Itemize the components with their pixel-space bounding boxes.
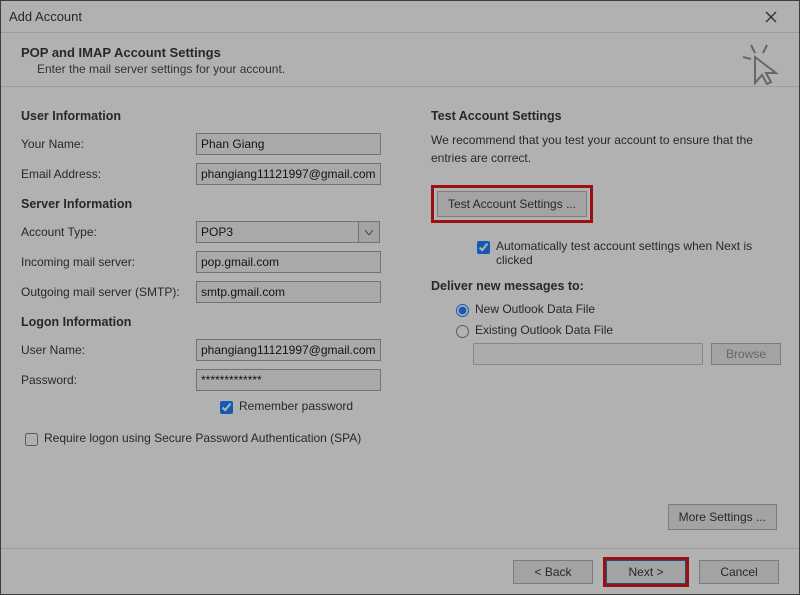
account-type-label: Account Type:	[21, 225, 196, 239]
existing-data-file-label: Existing Outlook Data File	[475, 323, 613, 337]
browse-button[interactable]: Browse	[711, 343, 781, 365]
user-info-heading: User Information	[21, 109, 421, 123]
new-data-file-radio[interactable]	[456, 304, 469, 317]
next-button[interactable]: Next >	[606, 560, 686, 584]
remember-password-label: Remember password	[239, 399, 353, 413]
cancel-button[interactable]: Cancel	[699, 560, 779, 584]
close-icon	[765, 11, 777, 23]
your-name-label: Your Name:	[21, 137, 196, 151]
cursor-click-icon	[741, 43, 781, 85]
add-account-dialog: Add Account POP and IMAP Account Setting…	[1, 1, 799, 594]
titlebar: Add Account	[1, 1, 799, 33]
window-title: Add Account	[9, 9, 82, 24]
username-input[interactable]	[196, 339, 381, 361]
account-type-dropdown-button[interactable]	[358, 221, 380, 243]
test-settings-heading: Test Account Settings	[431, 109, 781, 123]
password-label: Password:	[21, 373, 196, 387]
spa-checkbox[interactable]	[25, 433, 38, 446]
deliver-heading: Deliver new messages to:	[431, 279, 781, 293]
existing-data-file-radio[interactable]	[456, 325, 469, 338]
test-account-settings-button[interactable]: Test Account Settings ...	[437, 191, 587, 217]
outgoing-server-input[interactable]	[196, 281, 381, 303]
test-button-highlight: Test Account Settings ...	[431, 185, 593, 223]
next-button-highlight: Next >	[603, 557, 689, 587]
spa-label: Require logon using Secure Password Auth…	[44, 431, 361, 445]
back-button[interactable]: < Back	[513, 560, 593, 584]
incoming-server-input[interactable]	[196, 251, 381, 273]
logon-info-heading: Logon Information	[21, 315, 421, 329]
email-label: Email Address:	[21, 167, 196, 181]
your-name-input[interactable]	[196, 133, 381, 155]
test-settings-description: We recommend that you test your account …	[431, 131, 781, 167]
server-info-heading: Server Information	[21, 197, 421, 211]
dialog-footer: < Back Next > Cancel	[1, 548, 799, 594]
header-title: POP and IMAP Account Settings	[21, 45, 779, 60]
remember-password-checkbox[interactable]	[220, 401, 233, 414]
auto-test-checkbox[interactable]	[477, 241, 490, 254]
incoming-server-label: Incoming mail server:	[21, 255, 196, 269]
chevron-down-icon	[365, 230, 373, 235]
username-label: User Name:	[21, 343, 196, 357]
auto-test-label: Automatically test account settings when…	[496, 239, 781, 267]
new-data-file-label: New Outlook Data File	[475, 302, 595, 316]
more-settings-button[interactable]: More Settings ...	[668, 504, 777, 530]
password-input[interactable]	[196, 369, 381, 391]
email-input[interactable]	[196, 163, 381, 185]
close-button[interactable]	[751, 1, 791, 33]
left-column: User Information Your Name: Email Addres…	[21, 105, 421, 455]
existing-data-file-path	[473, 343, 703, 365]
header-subtitle: Enter the mail server settings for your …	[21, 62, 779, 76]
right-column: Test Account Settings We recommend that …	[421, 105, 781, 455]
account-type-display[interactable]	[196, 221, 358, 243]
dialog-header: POP and IMAP Account Settings Enter the …	[1, 33, 799, 87]
outgoing-server-label: Outgoing mail server (SMTP):	[21, 285, 196, 299]
